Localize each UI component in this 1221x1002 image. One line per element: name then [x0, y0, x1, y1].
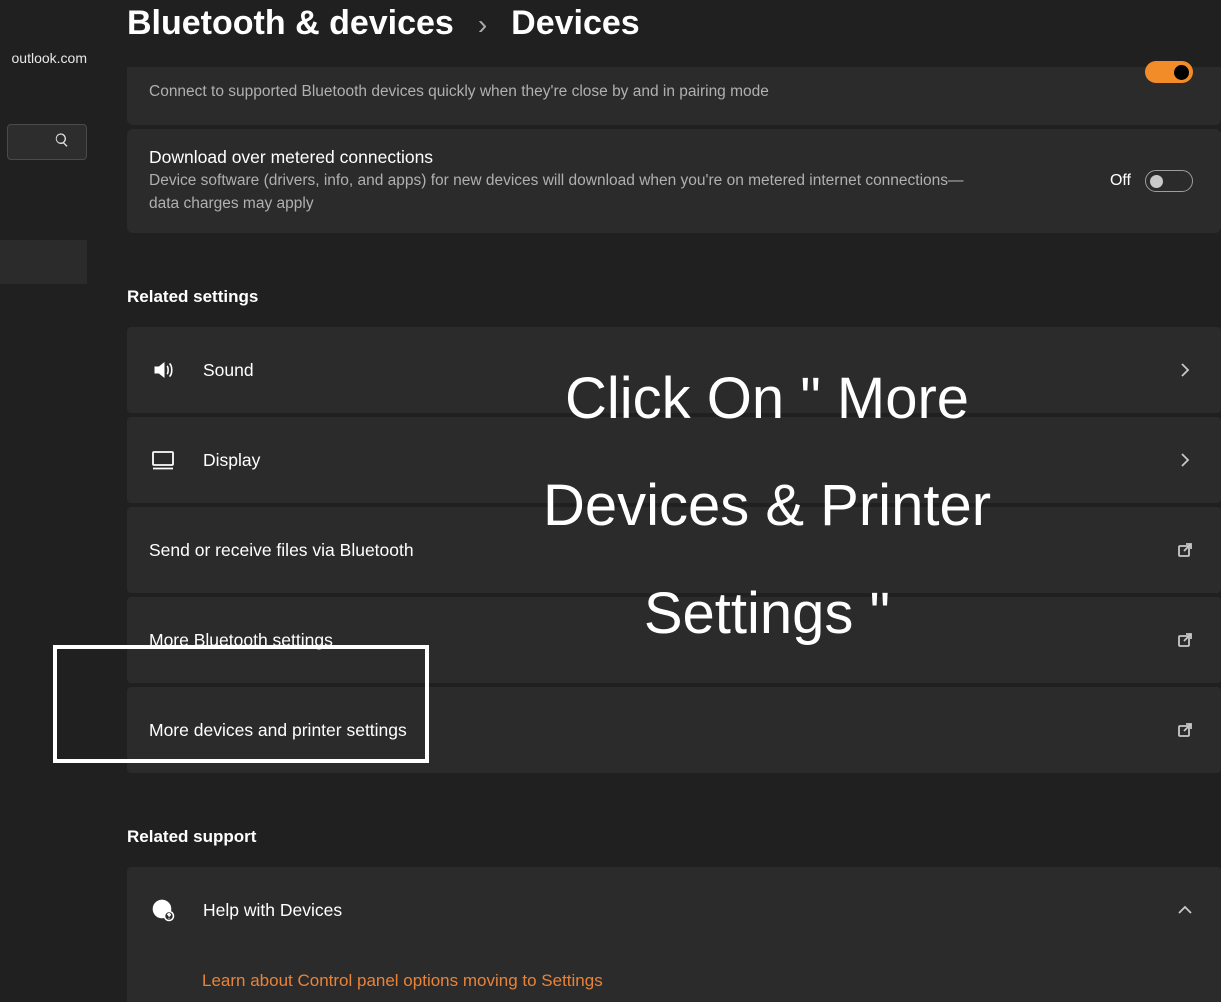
related-item-label: More devices and printer settings	[149, 720, 1149, 741]
external-link-icon	[1175, 542, 1199, 558]
chevron-right-icon	[1175, 362, 1199, 378]
help-title: Help with Devices	[203, 900, 1149, 921]
section-heading-related-settings: Related settings	[127, 287, 1221, 307]
external-link-icon	[1175, 722, 1199, 738]
related-item-label: More Bluetooth settings	[149, 630, 1149, 651]
help-block: Help with Devices Learn about Control pa…	[127, 867, 1221, 1002]
toggle-metered[interactable]	[1145, 170, 1193, 192]
search-input[interactable]	[7, 124, 87, 160]
help-link-control-panel[interactable]: Learn about Control panel options moving…	[127, 965, 1221, 997]
search-icon	[54, 132, 70, 153]
breadcrumb-current: Devices	[511, 4, 640, 43]
chevron-right-icon: ›	[478, 9, 487, 41]
monitor-icon	[149, 450, 177, 470]
setting-metered-download: Download over metered connections Device…	[127, 129, 1221, 233]
help-header[interactable]: Help with Devices	[127, 867, 1221, 953]
sidebar-nav-item-selected[interactable]	[0, 240, 87, 284]
toggle-quick-pair[interactable]	[1145, 61, 1193, 83]
related-item-label: Display	[203, 450, 1149, 471]
content-area: Bluetooth & devices › Devices Connect to…	[87, 0, 1221, 1002]
external-link-icon	[1175, 632, 1199, 648]
chevron-right-icon	[1175, 452, 1199, 468]
related-item-sound[interactable]: Sound	[127, 327, 1221, 413]
chevron-up-icon	[1175, 902, 1199, 918]
related-item-label: Send or receive files via Bluetooth	[149, 540, 1149, 561]
account-email: outlook.com	[12, 50, 87, 66]
setting-quick-pair-description: Connect to supported Bluetooth devices q…	[149, 81, 969, 103]
related-item-display[interactable]: Display	[127, 417, 1221, 503]
globe-help-icon	[149, 898, 177, 922]
related-item-more-bluetooth-settings[interactable]: More Bluetooth settings	[127, 597, 1221, 683]
section-heading-related-support: Related support	[127, 827, 1221, 847]
related-item-label: Sound	[203, 360, 1149, 381]
related-item-more-devices-printer-settings[interactable]: More devices and printer settings	[127, 687, 1221, 773]
toggle-label-metered: Off	[1110, 172, 1131, 190]
breadcrumb: Bluetooth & devices › Devices	[127, 4, 1221, 43]
setting-metered-description: Device software (drivers, info, and apps…	[149, 170, 969, 215]
setting-metered-title: Download over metered connections	[149, 147, 1110, 168]
speaker-icon	[149, 358, 177, 382]
breadcrumb-parent[interactable]: Bluetooth & devices	[127, 4, 454, 43]
setting-quick-pair: Connect to supported Bluetooth devices q…	[127, 67, 1221, 125]
sidebar: outlook.com	[0, 0, 87, 1002]
related-item-send-receive-bluetooth[interactable]: Send or receive files via Bluetooth	[127, 507, 1221, 593]
